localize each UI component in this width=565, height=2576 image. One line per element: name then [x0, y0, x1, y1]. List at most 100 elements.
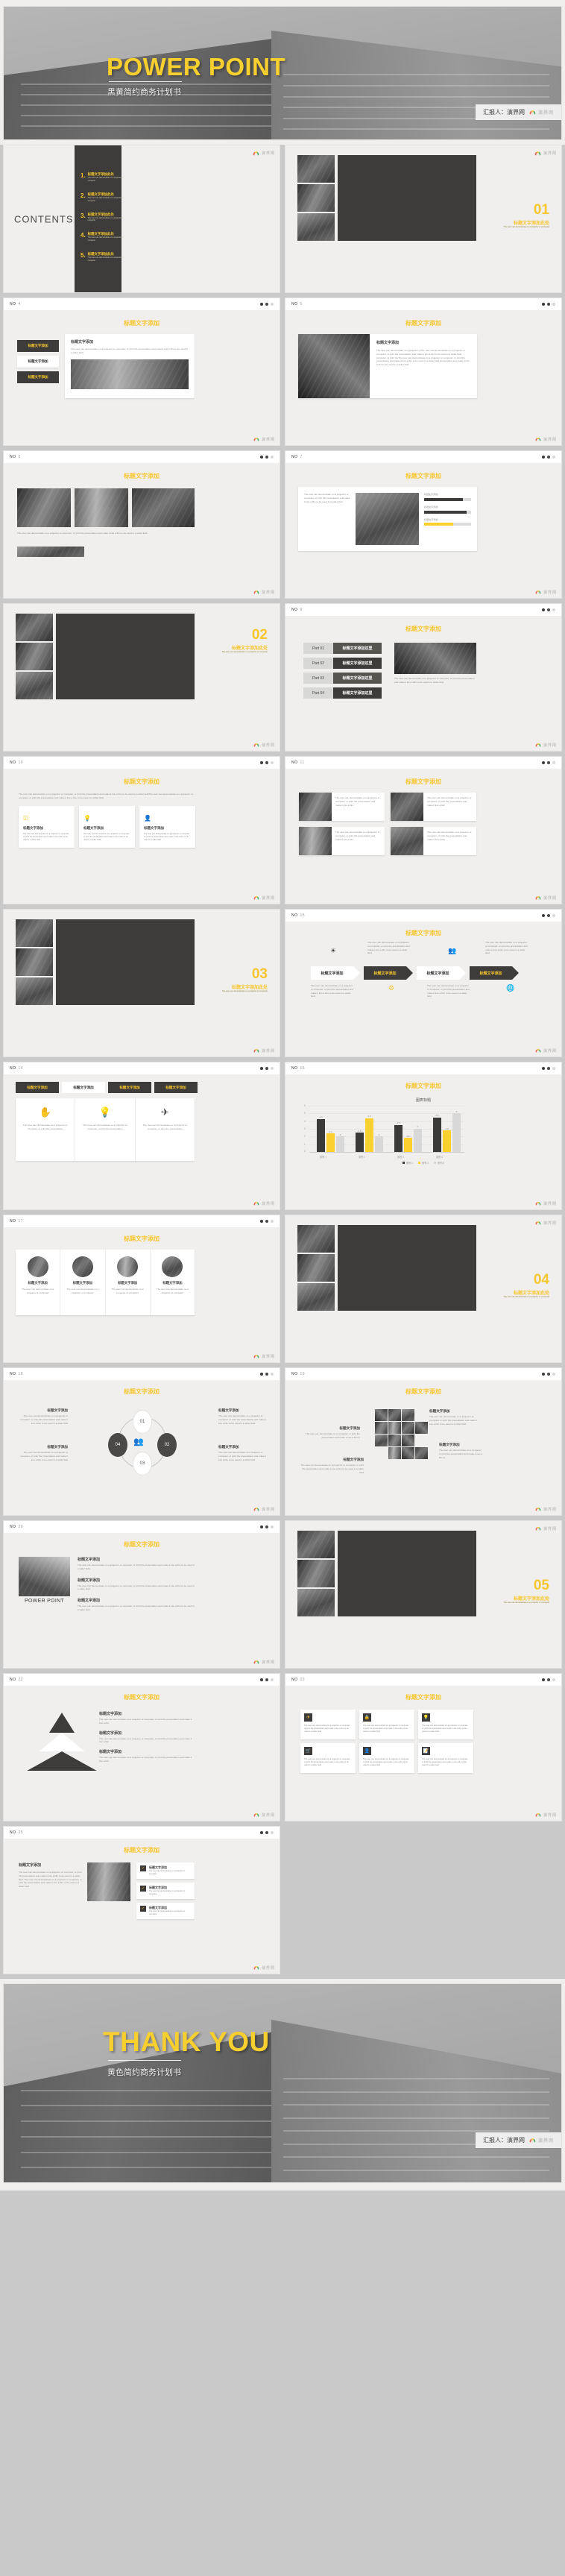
- icon-card[interactable]: 👤 The user can demonstrate on a projecto…: [359, 1743, 414, 1773]
- slide-19[interactable]: NO 19 标题文字添加 标题文字添加 The user can demonstr…: [285, 1367, 562, 1516]
- page-dots[interactable]: [260, 456, 274, 459]
- page-dots[interactable]: [260, 1831, 274, 1834]
- tab-item[interactable]: 标题文字添加: [62, 1082, 105, 1093]
- page-dots[interactable]: [542, 303, 555, 306]
- tab-item[interactable]: 标题文字添加: [154, 1082, 198, 1093]
- page-dots[interactable]: [542, 914, 555, 917]
- part-row[interactable]: Part 03 标题文字添加这里: [303, 673, 382, 684]
- slide-7[interactable]: NO 7 标题文字添加 The user can demonstrate on a…: [285, 450, 562, 599]
- slide-6[interactable]: NO 6 标题文字添加 The user can demonstrate on a…: [3, 450, 280, 599]
- circle-card[interactable]: 标题文字添加 The user can demonstrate on a pro…: [149, 1250, 195, 1315]
- info-card[interactable]: 💡 标题文字添加 The user can demonstrate on a p…: [79, 806, 135, 848]
- contents-slide[interactable]: CONTENTS 1. 标题文字添加此处 The user can demons…: [3, 145, 280, 293]
- circle-diagram: 01 02 03 04 👥: [107, 1410, 178, 1476]
- contents-item-number: 3.: [81, 212, 86, 219]
- slide-16-chart[interactable]: NO16 标题文字添加 图表标题 6 5 4 3 2 1 0 4.3 2.4: [285, 1062, 562, 1210]
- check-card[interactable]: ✓ 标题文字添加 The user can demonstrate on a p…: [136, 1883, 195, 1899]
- info-card[interactable]: 👤 标题文字添加 The user can demonstrate on a p…: [139, 806, 195, 848]
- tab-item[interactable]: 标题文字添加: [17, 356, 59, 368]
- page-dots[interactable]: [260, 303, 274, 306]
- section-slide-05[interactable]: 05 标题文字添加此处 The user can demonstrate on …: [285, 1520, 562, 1669]
- media-card[interactable]: The user can demonstrate on a projector …: [299, 793, 385, 821]
- slide-title: 标题文字添加: [405, 1083, 441, 1089]
- list-item[interactable]: 2. 标题文字添加此处 The user can demonstrate on …: [81, 192, 125, 203]
- slide-15[interactable]: NO 15 标题文字添加 ☀ 👥 The user can demonstrate…: [285, 909, 562, 1057]
- slide-10[interactable]: NO 10 标题文字添加 The user can demonstrate on …: [3, 756, 280, 904]
- circle-card[interactable]: 标题文字添加 The user can demonstrate on a pro…: [60, 1250, 104, 1315]
- page-dots[interactable]: [260, 1067, 274, 1070]
- page-dots[interactable]: [542, 761, 555, 764]
- part-row[interactable]: Part 02 标题文字添加这里: [303, 658, 382, 669]
- slide-4[interactable]: NO 4 标题文字添加 标题文字添加 标题文字添加 标题文字添加 标题文字添加 T…: [3, 297, 280, 446]
- icon-card[interactable]: ✈ The user can demonstrate on a projecto…: [300, 1710, 356, 1739]
- node-04[interactable]: 04: [108, 1433, 127, 1457]
- check-card[interactable]: ✓ 标题文字添加 The user can demonstrate on a p…: [136, 1903, 195, 1919]
- section-slide-01[interactable]: 01 标题文字添加此处 The user can demonstrate on …: [285, 145, 562, 293]
- icon-card[interactable]: 📝 The user can demonstrate on a projecto…: [418, 1743, 473, 1773]
- tab-item[interactable]: 标题文字添加: [16, 1082, 59, 1093]
- row-sec02-9: 02 标题文字添加此处 The user can demonstrate on …: [0, 603, 565, 756]
- info-card[interactable]: ☑ 标题文字添加 The user can demonstrate on a p…: [19, 806, 75, 848]
- tab-item[interactable]: 标题文字添加: [108, 1082, 151, 1093]
- section-photo-mid: [297, 184, 335, 212]
- page-dots[interactable]: [260, 1678, 274, 1681]
- list-item[interactable]: 5. 标题文字添加此处 The user can demonstrate on …: [81, 252, 125, 262]
- slide-25[interactable]: NO 25 标题文字添加 标题文字添加 The user can demonstr…: [3, 1826, 280, 1974]
- icon-card[interactable]: 💡 The user can demonstrate on a projecto…: [418, 1710, 473, 1739]
- part-row[interactable]: Part 04 标题文字添加这里: [303, 687, 382, 699]
- page-dots[interactable]: [260, 1525, 274, 1528]
- tab-item[interactable]: 标题文字添加: [17, 340, 59, 352]
- node-02[interactable]: 02: [157, 1433, 177, 1457]
- section-slide-03[interactable]: 03 标题文字添加此处 The user can demonstrate on …: [3, 909, 280, 1057]
- chevron-step[interactable]: 标题文字添加: [311, 966, 360, 980]
- slide-20[interactable]: NO 20 标题文字添加 POWER POINT 标题文字添加 The user …: [3, 1520, 280, 1669]
- slide-14[interactable]: NO 14 标题文字添加 标题文字添加 标题文字添加 标题文字添加 ✋ The u…: [3, 1062, 280, 1210]
- circle-card[interactable]: 标题文字添加 The user can demonstrate on a pro…: [16, 1250, 60, 1315]
- media-card[interactable]: The user can demonstrate on a projector …: [391, 793, 476, 821]
- cover-slide[interactable]: POWER POINT 黑黄简约商务计划书 汇报人：演界网 演界网: [3, 6, 562, 140]
- slide-17[interactable]: NO 17 标题文字添加 标题文字添加 The user can demonstr…: [3, 1215, 280, 1363]
- slide-title: 标题文字添加: [124, 1235, 160, 1242]
- section-desc: The user can demonstrate on a projector …: [503, 1602, 549, 1604]
- slide-18[interactable]: NO 18 标题文字添加 01 02 03 04 👥 标题文字添加 The use…: [3, 1367, 280, 1516]
- page-dots[interactable]: [260, 1373, 274, 1376]
- page-dots[interactable]: [542, 1067, 555, 1070]
- head-icon: ☀: [330, 947, 337, 954]
- slide-5[interactable]: NO 5 标题文字添加 标题文字添加 The user can demonstra…: [285, 297, 562, 446]
- tab-bar[interactable]: 标题文字添加 标题文字添加 标题文字添加 标题文字添加: [16, 1082, 198, 1093]
- list-item[interactable]: 3. 标题文字添加此处 The user can demonstrate on …: [81, 212, 125, 223]
- list-item[interactable]: 4. 标题文字添加此处 The user can demonstrate on …: [81, 232, 125, 242]
- chevron-step[interactable]: 标题文字添加: [417, 966, 466, 980]
- page-dots[interactable]: [260, 761, 274, 764]
- tab-list[interactable]: 标题文字添加 标题文字添加 标题文字添加: [17, 340, 59, 383]
- page-dots[interactable]: [542, 456, 555, 459]
- page-dots[interactable]: [260, 1220, 274, 1223]
- level-label: 标题文字添加 The user can demonstrate on a pro…: [99, 1711, 192, 1725]
- part-list[interactable]: Part 01 标题文字添加这里 Part 02 标题文字添加这里 Part 0…: [303, 643, 382, 699]
- media-card[interactable]: The user can demonstrate on a projector …: [299, 827, 385, 855]
- part-row[interactable]: Part 01 标题文字添加这里: [303, 643, 382, 654]
- page-dots[interactable]: [542, 1373, 555, 1376]
- watermark: 演界网: [535, 1812, 557, 1818]
- slide-23[interactable]: NO 23 标题文字添加 ✈ The user can demonstrate o…: [285, 1673, 562, 1821]
- icon-card[interactable]: 🛒 The user can demonstrate on a projecto…: [300, 1743, 356, 1773]
- tab-item[interactable]: 标题文字添加: [17, 371, 59, 383]
- closing-slide[interactable]: THANK YOU 黄色简约商务计划书 汇报人：演界网 演界网: [3, 1983, 562, 2183]
- check-card[interactable]: ✓ 标题文字添加 The user can demonstrate on a p…: [136, 1862, 195, 1879]
- watermark-text: 演界网: [543, 590, 557, 595]
- circle-card[interactable]: 标题文字添加 The user can demonstrate on a pro…: [104, 1250, 150, 1315]
- media-card[interactable]: The user can demonstrate on a projector …: [391, 827, 476, 855]
- slide-22[interactable]: NO 22 标题文字添加 标题文字添加 The user can demonstr…: [3, 1673, 280, 1821]
- page-dots[interactable]: [542, 1678, 555, 1681]
- page-dots[interactable]: [542, 608, 555, 611]
- chevron-step[interactable]: 标题文字添加: [364, 966, 413, 980]
- section-slide-02[interactable]: 02 标题文字添加此处 The user can demonstrate on …: [3, 603, 280, 752]
- list-item[interactable]: 1. 标题文字添加此处 The user can demonstrate on …: [81, 172, 125, 183]
- icon-card[interactable]: 🔒 The user can demonstrate on a projecto…: [359, 1710, 414, 1739]
- slide-9[interactable]: NO 9 标题文字添加 Part 01 标题文字添加这里 Part 02 标题文字…: [285, 603, 562, 752]
- slide-11[interactable]: NO 11 标题文字添加 The user can demonstrate on …: [285, 756, 562, 904]
- node-03[interactable]: 03: [133, 1452, 152, 1476]
- node-01[interactable]: 01: [133, 1410, 152, 1434]
- chevron-step[interactable]: 标题文字添加: [470, 966, 519, 980]
- section-slide-04[interactable]: 04 标题文字添加此处 The user can demonstrate on …: [285, 1215, 562, 1363]
